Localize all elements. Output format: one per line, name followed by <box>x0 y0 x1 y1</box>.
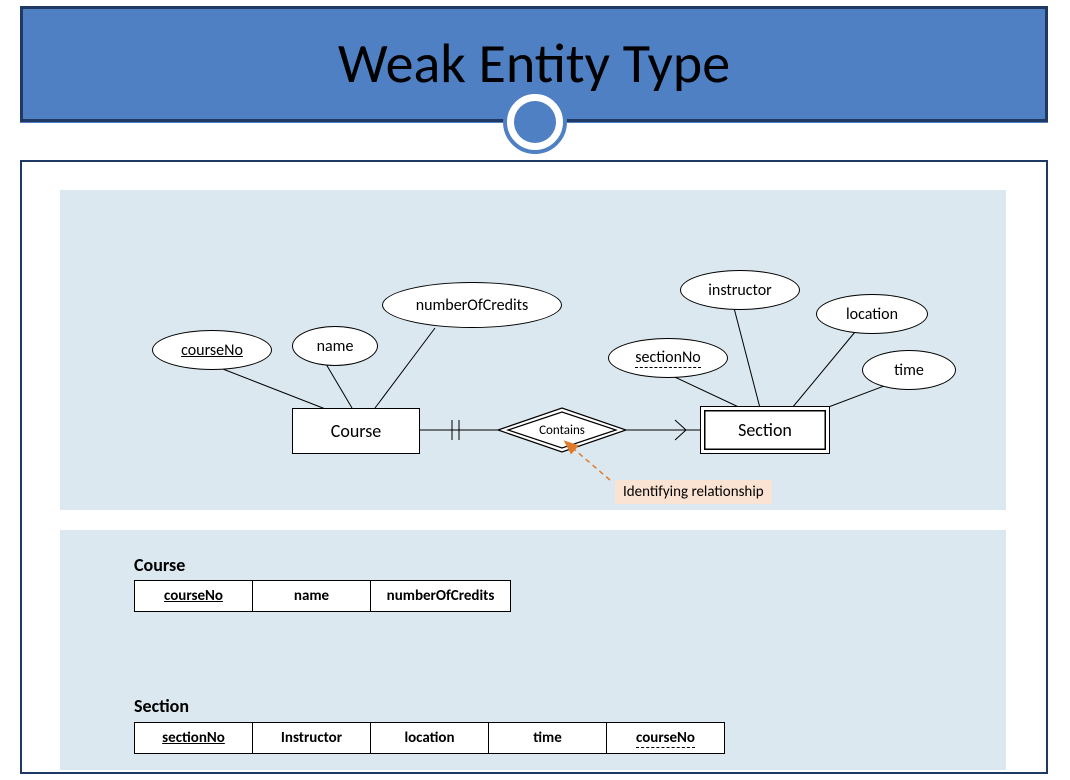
attr-numberofcredits: numberOfCredits <box>382 282 562 328</box>
schema-cell: Instructor <box>253 722 371 754</box>
schema-cell: name <box>253 580 371 612</box>
schema-course-row: courseNo name numberOfCredits <box>134 580 511 612</box>
schema-course-label: Course <box>134 554 185 576</box>
schema-cell: courseNo <box>607 722 725 754</box>
schema-section-label: Section <box>134 695 189 717</box>
attr-sectionno: sectionNo <box>608 338 728 378</box>
attr-name: name <box>292 326 378 366</box>
schema-cell: courseNo <box>135 580 253 612</box>
entity-course: Course <box>292 408 420 454</box>
schema-cell: time <box>489 722 607 754</box>
page-title: Weak Entity Type <box>338 30 730 98</box>
entity-section-weak: Section <box>700 406 830 454</box>
attr-location: location <box>816 294 928 334</box>
annotation-identifying-relationship: Identifying relationship <box>615 480 772 504</box>
schema-section-row: sectionNo Instructor location time cours… <box>134 722 725 754</box>
schema-cell: numberOfCredits <box>371 580 511 612</box>
schema-cell: location <box>371 722 489 754</box>
attr-courseno: courseNo <box>152 330 272 370</box>
circle-decoration <box>503 90 567 154</box>
attr-time: time <box>862 350 956 390</box>
attr-instructor: instructor <box>680 270 800 310</box>
schema-cell: sectionNo <box>135 722 253 754</box>
